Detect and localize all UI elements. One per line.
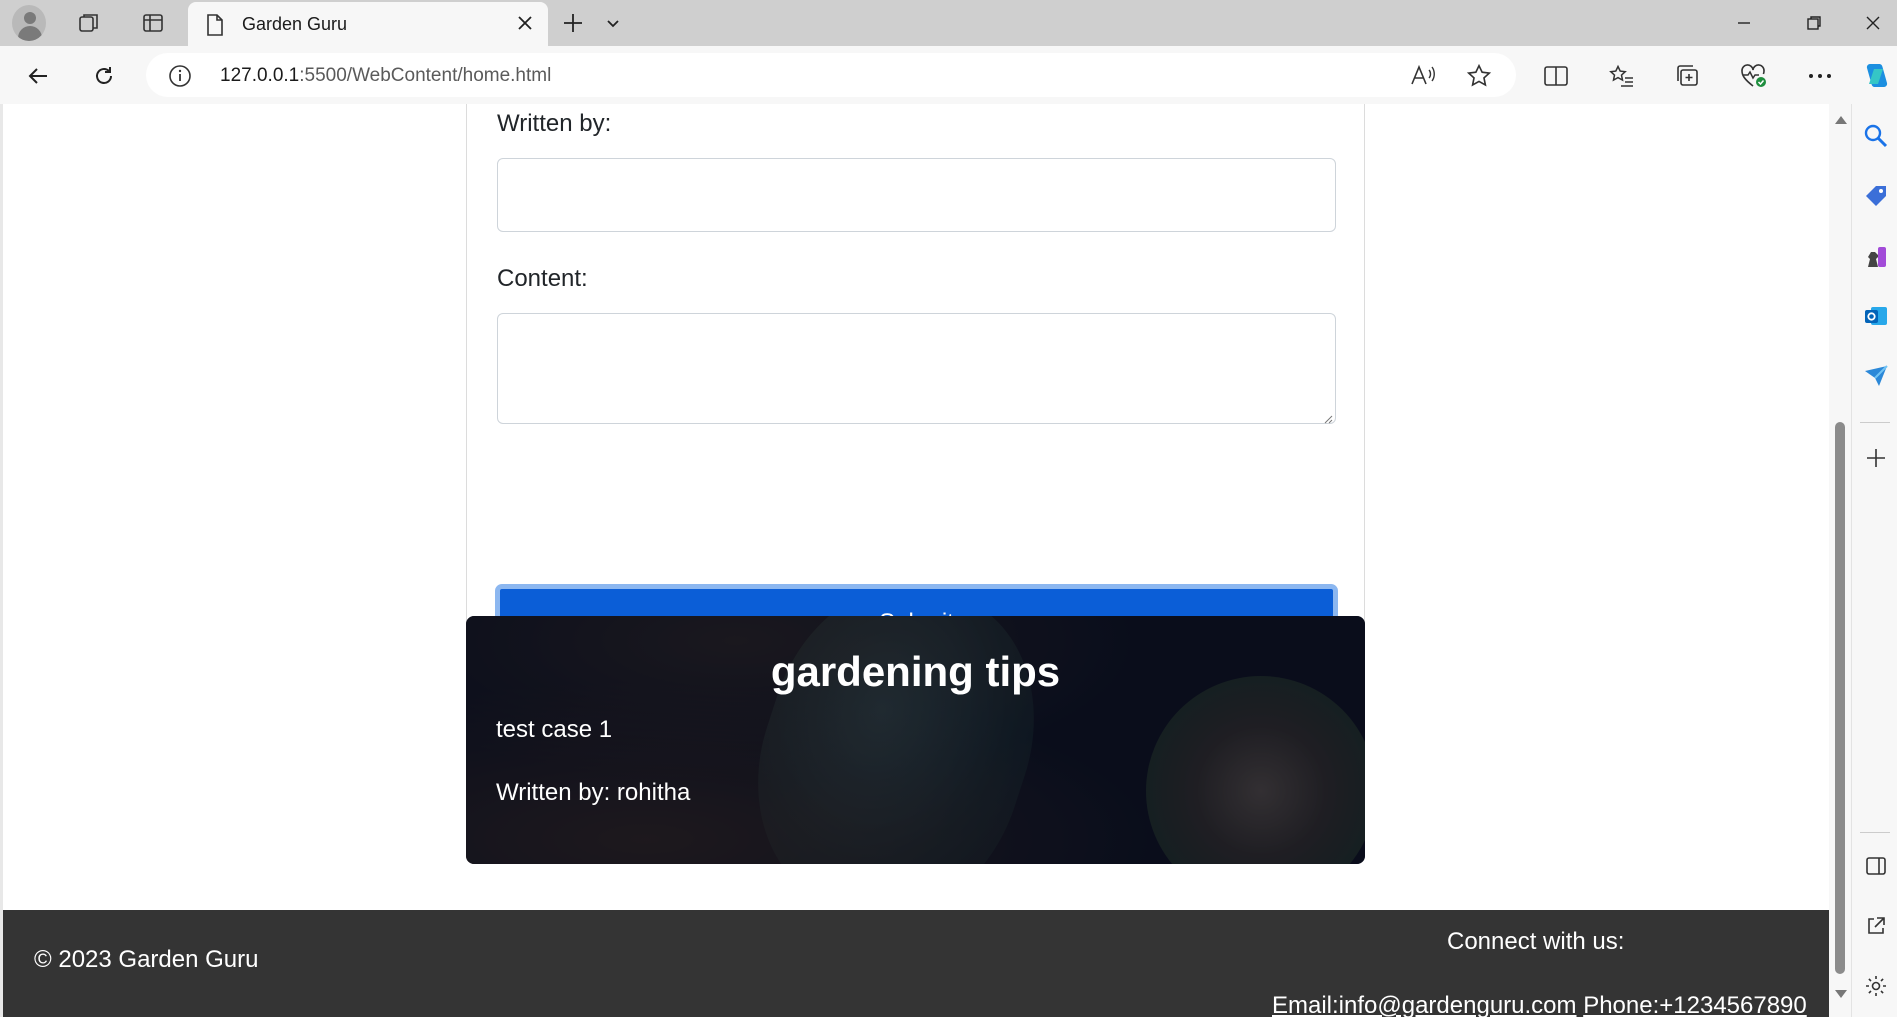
content-label: Content: <box>497 265 588 292</box>
scroll-up-arrow-icon[interactable] <box>1835 116 1847 124</box>
sidebar-external-link-icon[interactable] <box>1860 910 1892 942</box>
sidebar-send-icon[interactable] <box>1860 360 1892 392</box>
sidebar-outlook-icon[interactable] <box>1860 300 1892 332</box>
refresh-icon[interactable] <box>86 58 122 94</box>
split-screen-icon[interactable] <box>1538 58 1574 94</box>
browser-tab-strip: Garden Guru <box>0 0 1897 46</box>
edge-sidebar <box>1851 104 1897 1017</box>
workspaces-icon[interactable] <box>72 6 106 40</box>
gardening-tips-card: gardening tips test case 1 Written by: r… <box>466 616 1365 864</box>
url-text[interactable]: 127.0.0.1:5500/WebContent/home.html <box>220 65 551 87</box>
sidebar-divider <box>1860 422 1890 423</box>
sidebar-divider-bottom <box>1860 832 1890 833</box>
page-document-icon <box>206 14 224 41</box>
tips-card-author: Written by: rohitha <box>496 779 691 806</box>
favorites-icon[interactable] <box>1604 58 1640 94</box>
read-aloud-icon[interactable] <box>1410 64 1436 91</box>
footer-email-link[interactable]: Email:info@gardenguru.com <box>1272 992 1577 1017</box>
copilot-icon[interactable] <box>1858 58 1894 94</box>
tips-card-title: gardening tips <box>770 648 1061 695</box>
minimize-window-icon[interactable] <box>1710 0 1778 46</box>
back-arrow-icon[interactable] <box>20 58 56 94</box>
footer-phone-link[interactable]: Phone:+1234567890 <box>1583 992 1807 1017</box>
restore-window-icon[interactable] <box>1780 0 1848 46</box>
tab-list-chevron-icon[interactable] <box>596 6 630 40</box>
written-by-label: Written by: <box>497 110 612 137</box>
vertical-tabs-icon[interactable] <box>136 6 170 40</box>
address-bar[interactable]: 127.0.0.1:5500/WebContent/home.html <box>146 53 1516 97</box>
page-viewport: Written by: Content: Submit gardening ti… <box>0 104 1829 1017</box>
sidebar-add-icon[interactable] <box>1860 442 1892 474</box>
footer-connect-heading: Connect with us: <box>1447 928 1625 955</box>
page-left-edge <box>0 104 3 1017</box>
written-by-input[interactable] <box>497 158 1336 232</box>
tab-title: Garden Guru <box>242 14 348 34</box>
footer-copyright: © 2023 Garden Guru <box>34 946 259 973</box>
site-footer: © 2023 Garden Guru Connect with us: Emai… <box>3 910 1829 1017</box>
sidebar-games-icon[interactable] <box>1860 240 1892 272</box>
new-tab-icon[interactable] <box>556 6 590 40</box>
sidebar-hide-panel-icon[interactable] <box>1860 850 1892 882</box>
profile-avatar-icon[interactable] <box>12 5 46 41</box>
scroll-down-arrow-icon[interactable] <box>1835 990 1847 998</box>
browser-toolbar: 127.0.0.1:5500/WebContent/home.html <box>0 46 1897 104</box>
close-window-icon[interactable] <box>1848 0 1897 46</box>
content-textarea[interactable] <box>497 313 1336 424</box>
close-tab-icon[interactable] <box>512 10 538 36</box>
browser-essentials-icon[interactable] <box>1736 58 1772 94</box>
sidebar-shopping-icon[interactable] <box>1860 180 1892 212</box>
more-options-icon[interactable] <box>1802 58 1838 94</box>
tips-card-content: test case 1 <box>496 716 613 743</box>
collections-icon[interactable] <box>1670 58 1706 94</box>
browser-tab-active[interactable]: Garden Guru <box>188 2 548 46</box>
resize-grip-icon[interactable] <box>1323 411 1333 424</box>
favorite-star-icon[interactable] <box>1466 63 1492 94</box>
footer-contact-links: Email:info@gardenguru.com Phone:+1234567… <box>1272 992 1807 1017</box>
sidebar-settings-gear-icon[interactable] <box>1860 970 1892 1002</box>
site-info-icon[interactable] <box>168 64 192 93</box>
scrollbar-thumb[interactable] <box>1835 422 1845 974</box>
sidebar-search-icon[interactable] <box>1860 120 1892 152</box>
page-scrollbar[interactable] <box>1829 104 1851 1017</box>
